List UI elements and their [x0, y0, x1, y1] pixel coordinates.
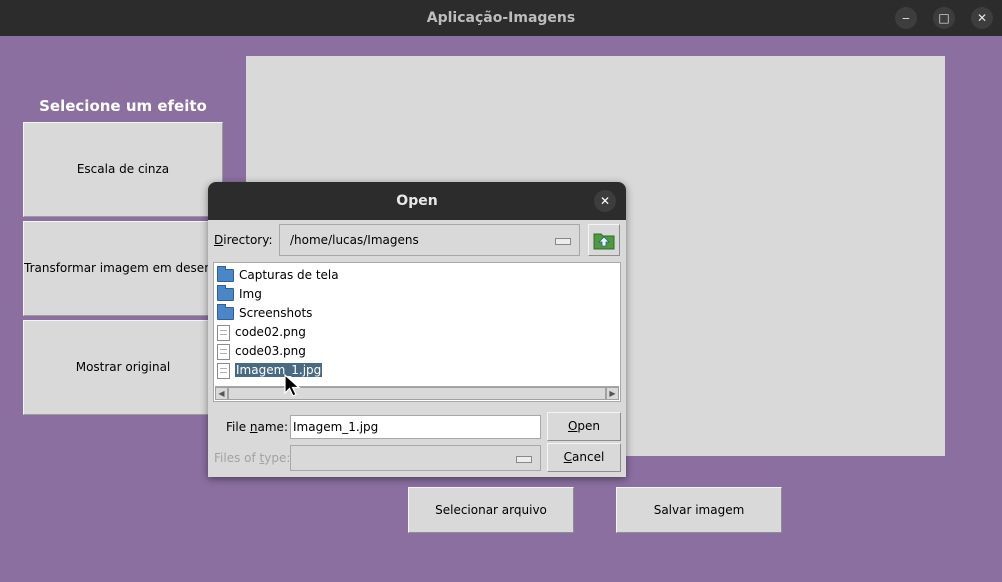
dialog-titlebar[interactable]: Open	[208, 182, 626, 220]
effects-title: Selecione um efeito	[39, 97, 207, 115]
scroll-left-icon[interactable]: ◀	[215, 387, 228, 400]
close-icon[interactable]: ✕	[971, 7, 993, 29]
file-list[interactable]: Capturas de tela Img Screenshots code02.…	[213, 262, 621, 402]
directory-value: /home/lucas/Imagens	[290, 233, 419, 247]
maximize-icon[interactable]: □	[933, 7, 955, 29]
file-icon	[217, 324, 230, 341]
folder-up-icon	[593, 233, 615, 250]
horizontal-scrollbar[interactable]: ◀ ▶	[215, 386, 619, 400]
show-original-button[interactable]: Mostrar original	[23, 320, 223, 415]
directory-label: Directory:	[214, 233, 273, 247]
dropdown-icon[interactable]	[555, 238, 571, 245]
file-name-input[interactable]: Imagem_1.jpg	[290, 415, 541, 439]
dropdown-icon[interactable]	[516, 456, 532, 463]
folder-icon	[217, 304, 234, 320]
open-file-dialog: Open ✕ Directory: /home/lucas/Imagens Ca…	[208, 182, 626, 477]
folder-icon	[217, 285, 234, 301]
file-icon	[217, 362, 230, 379]
list-item-folder[interactable]: Img	[217, 285, 262, 304]
dialog-title: Open	[396, 193, 438, 209]
window-titlebar[interactable]: Aplicação-Imagens ‒ □ ✕	[0, 0, 1002, 36]
directory-combobox[interactable]: /home/lucas/Imagens	[279, 224, 580, 256]
list-item-file-selected[interactable]: Imagem_1.jpg	[217, 361, 323, 380]
scroll-right-icon[interactable]: ▶	[606, 387, 619, 400]
dialog-close-icon[interactable]: ✕	[594, 190, 616, 212]
file-name-label: File name:	[226, 420, 288, 434]
open-button[interactable]: Open	[547, 412, 621, 441]
mouse-pointer-icon	[284, 374, 301, 397]
grayscale-button[interactable]: Escala de cinza	[23, 122, 223, 217]
list-item-folder[interactable]: Screenshots	[217, 304, 312, 323]
minimize-icon[interactable]: ‒	[895, 7, 917, 29]
window-title: Aplicação-Imagens	[426, 10, 576, 26]
file-type-combobox[interactable]	[290, 445, 541, 471]
parent-directory-button[interactable]	[588, 224, 620, 256]
file-type-label: Files of type:	[214, 451, 291, 465]
list-item-folder[interactable]: Capturas de tela	[217, 266, 339, 285]
sketch-button[interactable]: Transformar imagem em desenho	[23, 221, 223, 316]
save-image-button[interactable]: Salvar imagem	[616, 487, 782, 533]
list-item-file[interactable]: code02.png	[217, 323, 306, 342]
select-file-button[interactable]: Selecionar arquivo	[408, 487, 574, 533]
list-item-file[interactable]: code03.png	[217, 342, 306, 361]
cancel-button[interactable]: Cancel	[547, 443, 621, 472]
folder-icon	[217, 266, 234, 282]
file-icon	[217, 343, 230, 360]
